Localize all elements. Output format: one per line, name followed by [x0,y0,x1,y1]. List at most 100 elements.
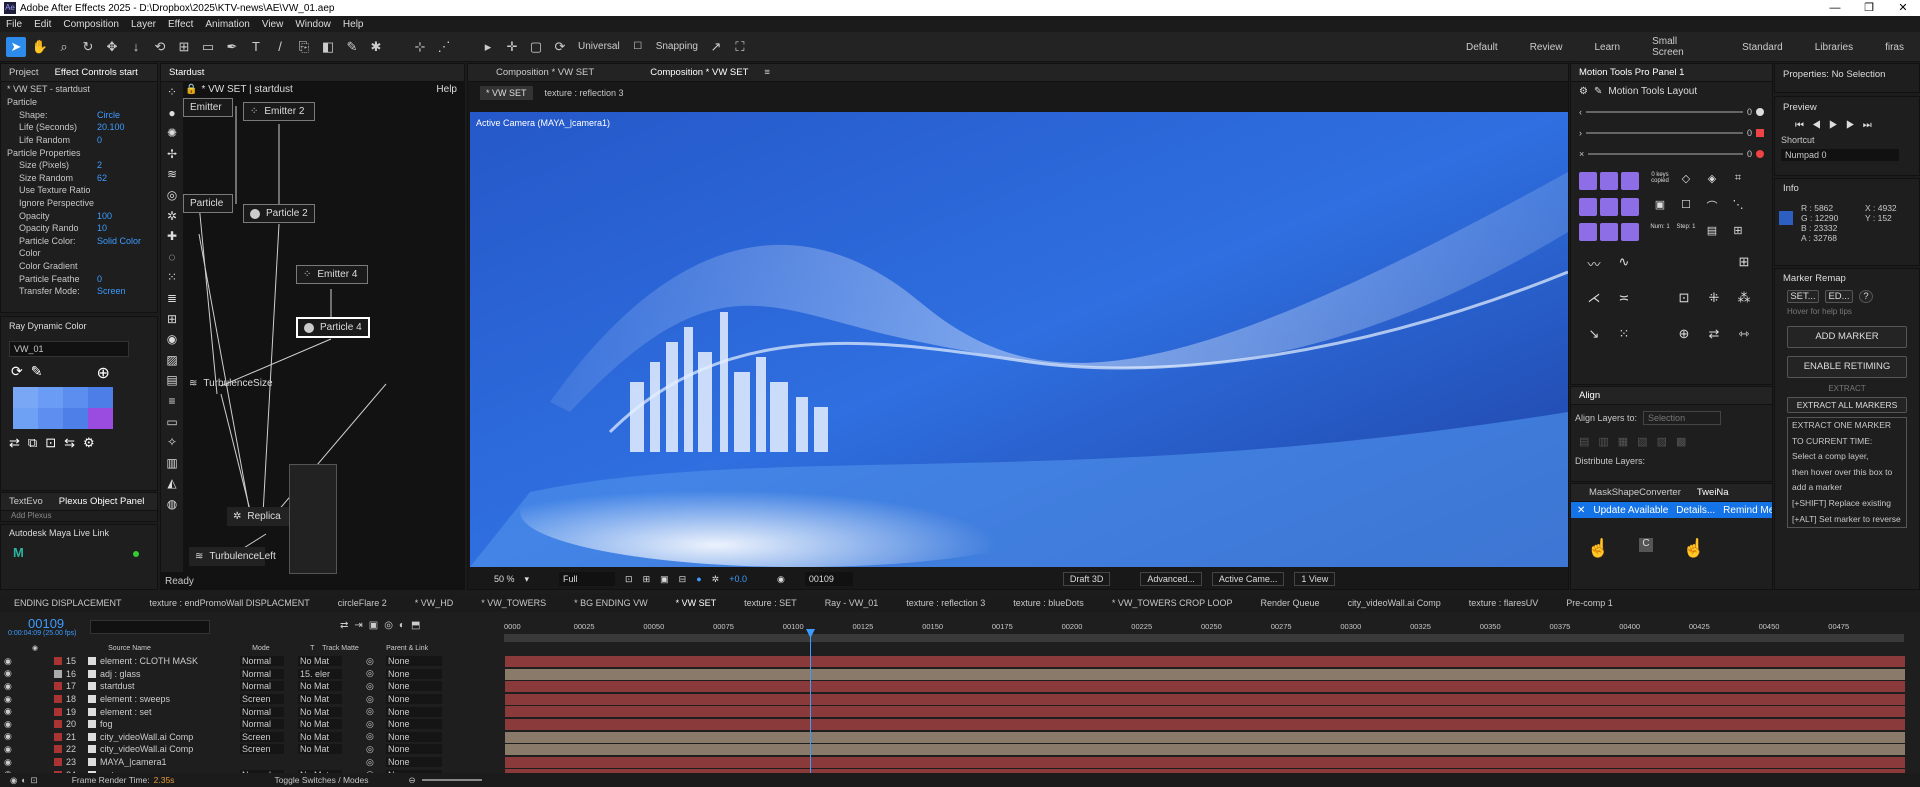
effect-value[interactable]: 0 [97,135,102,145]
layer-name[interactable]: fog [100,719,240,729]
color-swatches[interactable] [13,387,145,429]
enable-retiming-button[interactable]: ENABLE RETIMING [1787,356,1907,378]
renderer-select[interactable]: Advanced... [1140,572,1202,586]
pen-icon[interactable]: ✎ [1594,86,1602,97]
workspace-default[interactable]: Default [1450,42,1514,53]
tab-plexus[interactable]: Plexus Object Panel [51,496,153,507]
eraser-tool-icon[interactable]: ◧ [318,37,338,57]
timeline-tab[interactable]: Ray - VW_01 [811,598,893,608]
stop-icon[interactable]: ⊡ [45,435,56,451]
tweina-hand-icon[interactable]: ☝ [1587,538,1609,559]
visibility-eye-icon[interactable]: ◉ [4,757,14,768]
visibility-eye-icon[interactable]: ◉ [4,731,14,742]
zoom-tool-icon[interactable]: ⌕ [54,37,74,57]
arrow-tool-icon[interactable]: ▸ [478,37,498,57]
type-tool-icon[interactable]: T [246,37,266,57]
menu-animation[interactable]: Animation [199,19,255,30]
layer-name[interactable]: element : CLOTH MASK [100,656,240,666]
effect-row[interactable]: Transfer Mode: Screen [7,285,157,298]
node-emitter-4[interactable]: ⁘ Emitter 4 [296,265,368,284]
timeline-tab[interactable]: circleFlare 2 [324,598,401,608]
menu-composition[interactable]: Composition [57,19,125,30]
effect-row[interactable]: Use Texture Ratio [7,184,157,197]
effect-value[interactable]: 10 [97,223,107,233]
settings-icon[interactable]: ⚙ [83,435,95,451]
anchor-icon[interactable]: ⊹ [410,37,430,57]
workspace-standard[interactable]: Standard [1726,42,1799,53]
timeline-tab[interactable]: texture : endPromoWall DISPLACMENT [136,598,324,608]
chevron-down-icon[interactable]: ▾ [525,574,530,585]
menu-effect[interactable]: Effect [162,19,199,30]
effect-row[interactable]: Color Gradient [7,260,157,273]
pickwhip-icon[interactable]: ◎ [366,656,376,667]
eyedropper-icon[interactable]: ✎ [31,363,43,383]
layer-matte-select[interactable]: No Mat [298,681,342,692]
tab-tweina[interactable]: TweiNa [1689,487,1737,498]
timeline-tab[interactable]: texture : SET [730,598,811,608]
tab-motion-tools[interactable]: Motion Tools Pro Panel 1 [1571,67,1692,78]
rotate-tool-icon[interactable]: ⟲ [150,37,170,57]
effect-row[interactable]: Particle Color: Solid Color [7,235,157,248]
layer-duration-bar[interactable] [505,656,1905,667]
copy-icon[interactable]: ⧉ [28,435,37,451]
layer-mode-select[interactable]: Normal [240,656,284,667]
grid-icon[interactable]: ⊞ [643,574,651,585]
tab-align[interactable]: Align [1571,390,1608,401]
effect-row[interactable]: Particle Feathe 0 [7,272,157,285]
timeline-tab[interactable]: * VW_TOWERS CROP LOOP [1098,598,1247,608]
timeline-zoom-slider[interactable] [421,779,482,781]
add-color-icon[interactable]: ⊕ [96,363,109,383]
universal-label[interactable]: Universal [578,41,620,52]
layer-row[interactable]: ◉ 22 city_videoWall.ai Comp Screen No Mat ◎ No… [0,743,500,756]
exposure-value[interactable]: +0.0 [729,574,747,584]
align-buttons[interactable]: ▤▥▦▧▨▩ [1571,431,1772,452]
motion-tool-grid[interactable]: 〰 ∿ ⊞ ⋌ ≍ ⊡ ⁜ ⁂ ↘ ⁙ ⊕ ⇄ ⇿ [1571,254,1772,362]
tab-composition-1[interactable]: Composition * VW SET [488,67,602,78]
ease-out-icon[interactable]: › [1579,128,1582,138]
col-t[interactable]: T [310,645,322,652]
effect-row[interactable]: Opacity Rando 10 [7,222,157,235]
layer-name[interactable]: city_videoWall.ai Comp [100,744,240,754]
node-replica[interactable]: ✲ Replica [227,507,289,526]
layer-parent-select[interactable]: None [386,731,442,742]
layer-row[interactable]: ◉ 19 element : set Normal No Mat ◎ None [0,705,500,718]
mask-icon[interactable]: ▣ [660,574,669,585]
workspace-firas[interactable]: firas [1869,42,1920,53]
close-icon[interactable]: ✕ [1886,0,1920,16]
axis-icon[interactable]: ⋰ [434,37,454,57]
layer-name[interactable]: city_videoWall.ai Comp [100,732,240,742]
snapping-checkbox[interactable]: ☐ [628,37,648,57]
layer-row[interactable]: ◉ 18 element : sweeps Screen No Mat ◎ None [0,693,500,706]
channel-icon[interactable]: ⊟ [679,574,687,585]
color-icon[interactable]: ● [696,574,701,584]
col-parent[interactable]: Parent & Link [386,645,428,652]
layer-duration-bar[interactable] [505,668,1905,680]
refresh-icon[interactable]: ⟳ [11,363,23,383]
toggle-switches-modes[interactable]: Toggle Switches / Modes [274,775,368,785]
minimap[interactable] [289,464,337,574]
layer-row[interactable]: ◉ 17 startdust Normal No Mat ◎ None [0,680,500,693]
comp-viewport[interactable]: Active Camera (MAYA_|camera1) [470,112,1568,567]
timeline-tab[interactable]: Render Queue [1247,598,1334,608]
timeline-footer-icons[interactable]: ◉◐⊡ [10,775,42,786]
dismiss-update-icon[interactable]: ✕ [1577,505,1585,516]
tab-effect-controls[interactable]: Effect Controls start [47,67,146,78]
roto-tool-icon[interactable]: ✎ [342,37,362,57]
timeline-tab[interactable]: Pre-comp 1 [1552,598,1627,608]
expand-icon[interactable]: ⛶ [730,37,750,57]
tab-menu-icon[interactable]: ≡ [756,67,778,78]
ease-in-icon[interactable]: ‹ [1579,107,1582,117]
visibility-eye-icon[interactable]: ◉ [4,681,14,692]
timeline-tab[interactable]: texture : blueDots [999,598,1098,608]
layer-mode-select[interactable]: Normal [240,681,284,692]
effect-value[interactable]: 20.100 [97,122,125,132]
effect-value[interactable]: 100 [97,211,112,221]
swap-icon[interactable]: ⇄ [9,435,20,451]
pickwhip-icon[interactable]: ◎ [366,731,376,742]
move-tool-icon[interactable]: ✛ [502,37,522,57]
view-layout-select[interactable]: 1 View [1294,572,1336,586]
pan-tool-icon[interactable]: ✥ [102,37,122,57]
effect-row[interactable]: Shape: Circle [7,109,157,122]
layer-mode-select[interactable]: Normal [240,668,284,679]
layer-matte-select[interactable]: No Mat [298,706,342,717]
